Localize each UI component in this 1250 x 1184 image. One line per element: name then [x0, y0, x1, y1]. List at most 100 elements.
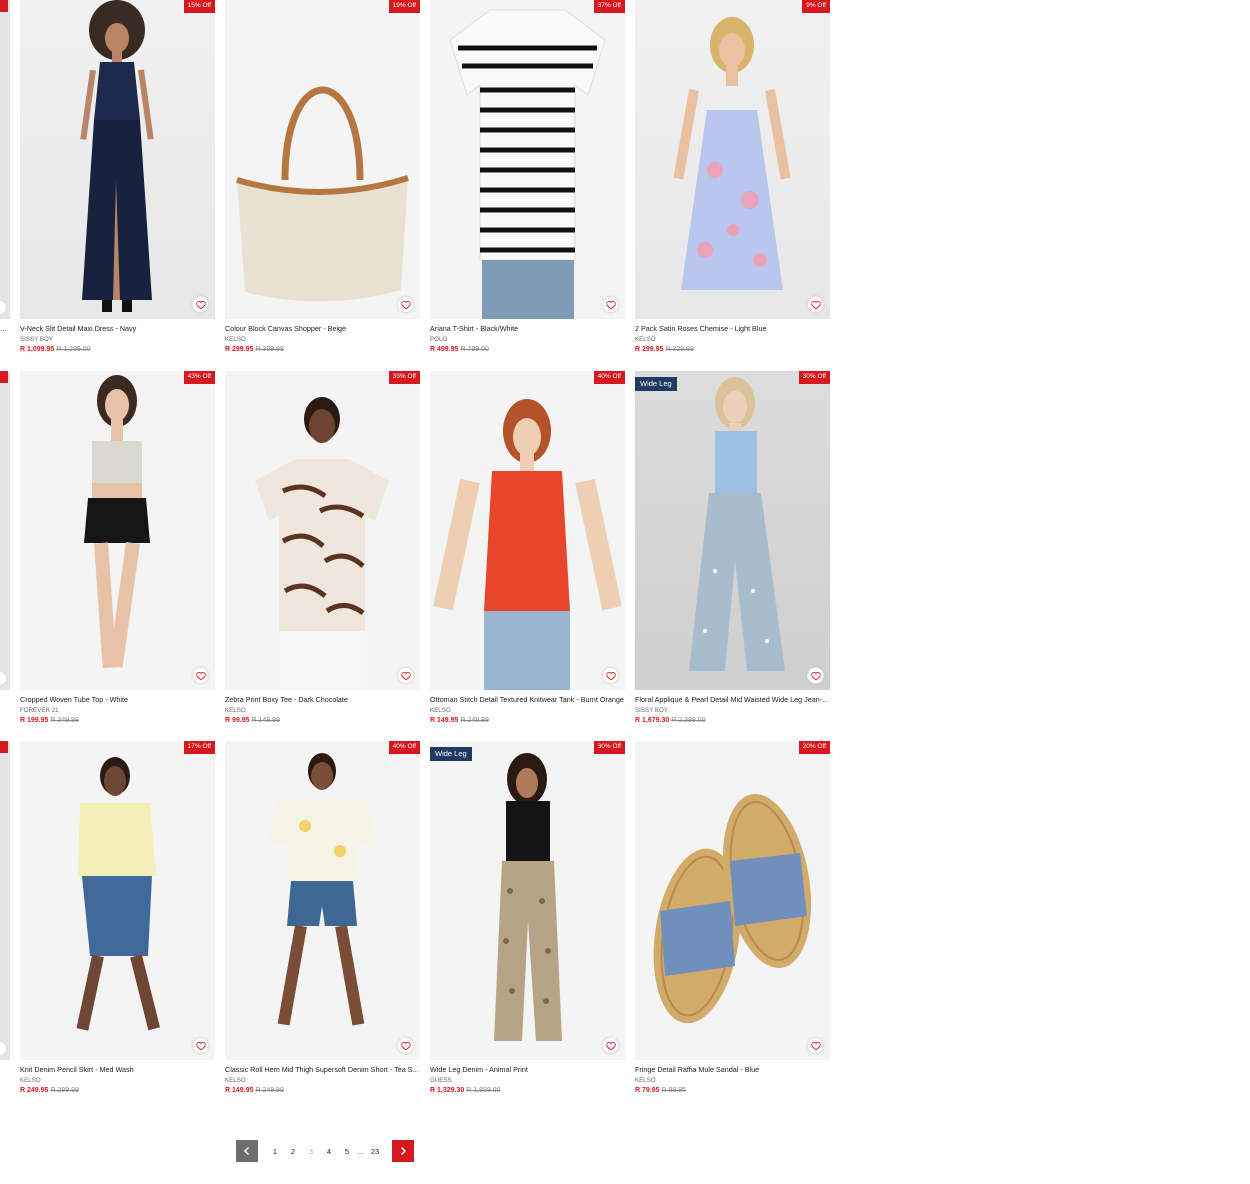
- product-brand: KELSO: [225, 1077, 246, 1084]
- wishlist-button[interactable]: [397, 1037, 414, 1054]
- heart-icon: [195, 1041, 206, 1050]
- product-title[interactable]: 2 Pack Satin Roses Chemise - Light Blue: [635, 324, 830, 333]
- product-title[interactable]: Classic Roll Hem Mid Thigh Supersoft Den…: [225, 1065, 420, 1074]
- product-image[interactable]: 43% Off: [20, 371, 215, 690]
- wishlist-button[interactable]: [602, 667, 619, 684]
- discount-badge: 19% Off: [388, 0, 420, 13]
- wishlist-button[interactable]: [807, 296, 824, 313]
- sale-price: R 1,679.30: [635, 717, 670, 725]
- product-card[interactable]: 43% Off Cropped Woven Tube Top - White F…: [20, 371, 215, 726]
- orange-knit-tank-photo: [433, 399, 622, 690]
- page-last-link[interactable]: 23: [366, 1147, 384, 1156]
- pagination-ellipsis: ...: [357, 1146, 365, 1156]
- wishlist-button[interactable]: [397, 667, 414, 684]
- page-3-current[interactable]: 3: [302, 1147, 320, 1156]
- product-card[interactable]: 40% Off Classic Roll Hem Mid Thigh Super…: [225, 741, 420, 1096]
- product-image[interactable]: 17% Off: [20, 741, 215, 1060]
- product-image[interactable]: 9% Off: [635, 0, 830, 319]
- product-brand: KELSO: [635, 336, 656, 343]
- product-card[interactable]: 37% Off Ariana T-Shirt - Black/White POL…: [430, 0, 625, 355]
- canvas-shopper-bag-photo: [236, 86, 409, 302]
- product-card[interactable]: 15% Off V-Neck Slit Detail Maxi Dress - …: [20, 0, 215, 355]
- page-5-link[interactable]: 5: [338, 1147, 356, 1156]
- pagination: 1 2 3 4 5 ... 23: [236, 1140, 414, 1162]
- wishlist-button[interactable]: [192, 667, 209, 684]
- wishlist-button[interactable]: [192, 296, 209, 313]
- heart-icon: [400, 1041, 411, 1050]
- sale-price: R 149.95: [430, 717, 459, 725]
- heart-icon: [195, 300, 206, 309]
- product-title[interactable]: Ariana T-Shirt - Black/White: [430, 324, 625, 333]
- product-title[interactable]: Floral Applique & Pearl Detail Mid Waist…: [635, 695, 830, 704]
- previous-page-button[interactable]: [236, 1140, 258, 1162]
- product-title[interactable]: V-Neck Slit Detail Maxi Dress - Navy: [20, 324, 215, 333]
- product-brand: FOREVER 21: [20, 707, 59, 714]
- product-title[interactable]: Colour Block Canvas Shopper - Beige: [225, 324, 420, 333]
- discount-badge: 43% Off: [183, 371, 215, 384]
- sale-price: R 299.95: [635, 346, 664, 354]
- page-2-link[interactable]: 2: [284, 1147, 302, 1156]
- wishlist-button[interactable]: [602, 296, 619, 313]
- product-card[interactable]: 9% Off 2 Pack Satin Roses Chemise - Ligh…: [635, 0, 830, 355]
- product-listing-page: ... 15% Off V-Neck Slit Detail Maxi Dres…: [0, 0, 1250, 1184]
- wishlist-button[interactable]: [397, 296, 414, 313]
- previous-column-sliver: [0, 0, 10, 319]
- discount-badge: 15% Off: [183, 0, 215, 13]
- wishlist-button[interactable]: [192, 1037, 209, 1054]
- discount-badge: [0, 0, 8, 12]
- heart-icon: [810, 300, 821, 309]
- product-image[interactable]: 20% Off: [635, 741, 830, 1060]
- original-price: R 2,399.00: [671, 717, 706, 725]
- original-price: R 1,899.00: [466, 1087, 501, 1095]
- product-image[interactable]: Wide Leg 30% Off: [635, 371, 830, 690]
- floral-chemise-photo: [673, 17, 791, 290]
- page-1-link[interactable]: 1: [266, 1147, 284, 1156]
- discount-badge: 33% Off: [388, 371, 420, 384]
- heart-icon: [810, 1041, 821, 1050]
- denim-short-photo: [269, 753, 375, 1026]
- wishlist-button[interactable]: [807, 1037, 824, 1054]
- page-4-link[interactable]: 4: [320, 1147, 338, 1156]
- original-price: R 329.99: [665, 346, 694, 354]
- product-image[interactable]: 19% Off: [225, 0, 420, 319]
- product-card[interactable]: 40% Off Ottoman Stitch Detail Textured K…: [430, 371, 625, 726]
- previous-column-sliver: [0, 741, 10, 1060]
- discount-badge: 40% Off: [593, 371, 625, 384]
- wishlist-button[interactable]: [807, 667, 824, 684]
- product-brand: KELSO: [635, 1077, 656, 1084]
- product-card[interactable]: Wide Leg 30% Off Wide Leg Denim - Animal…: [430, 741, 625, 1096]
- product-card[interactable]: 17% Off Knit Denim Pencil Skirt - Med Wa…: [20, 741, 215, 1096]
- style-tag: Wide Leg: [635, 377, 677, 392]
- previous-column-title: ...: [0, 324, 7, 333]
- discount-badge: [0, 741, 8, 753]
- product-title[interactable]: Fringe Detail Raffia Mule Sandal - Blue: [635, 1065, 830, 1074]
- raffia-mule-sandals-photo: [653, 794, 812, 1024]
- product-card[interactable]: 19% Off Colour Block Canvas Shopper - Be…: [225, 0, 420, 355]
- discount-badge: 30% Off: [593, 741, 625, 754]
- original-price: R 249.99: [255, 1087, 284, 1095]
- product-image[interactable]: Wide Leg 30% Off: [430, 741, 625, 1060]
- product-title[interactable]: Zebra Print Boxy Tee - Dark Chocolate: [225, 695, 420, 704]
- product-card[interactable]: 20% Off Fringe Detail Raffia Mule Sandal…: [635, 741, 830, 1096]
- wishlist-button[interactable]: [602, 1037, 619, 1054]
- heart-icon: [605, 671, 616, 680]
- original-price: R 369.99: [255, 346, 284, 354]
- product-card[interactable]: 33% Off Zebra Print Boxy Tee - Dark Choc…: [225, 371, 420, 726]
- product-title[interactable]: Ottoman Stitch Detail Textured Knitwear …: [430, 695, 625, 704]
- heart-icon[interactable]: [0, 671, 7, 686]
- product-title[interactable]: Cropped Woven Tube Top - White: [20, 695, 215, 704]
- heart-icon: [810, 671, 821, 680]
- original-price: R 149.99: [251, 717, 280, 725]
- heart-icon[interactable]: [0, 300, 7, 315]
- product-image[interactable]: 40% Off: [225, 741, 420, 1060]
- product-title[interactable]: Knit Denim Pencil Skirt - Med Wash: [20, 1065, 215, 1074]
- product-card[interactable]: Wide Leg 30% Off Floral Applique & Pearl…: [635, 371, 830, 726]
- navy-maxi-dress-photo: [80, 0, 154, 312]
- heart-icon[interactable]: [0, 1041, 7, 1056]
- next-page-button[interactable]: [392, 1140, 414, 1162]
- product-title[interactable]: Wide Leg Denim - Animal Print: [430, 1065, 625, 1074]
- product-image[interactable]: 15% Off: [20, 0, 215, 319]
- product-image[interactable]: 40% Off: [430, 371, 625, 690]
- product-image[interactable]: 33% Off: [225, 371, 420, 690]
- product-image[interactable]: 37% Off: [430, 0, 625, 319]
